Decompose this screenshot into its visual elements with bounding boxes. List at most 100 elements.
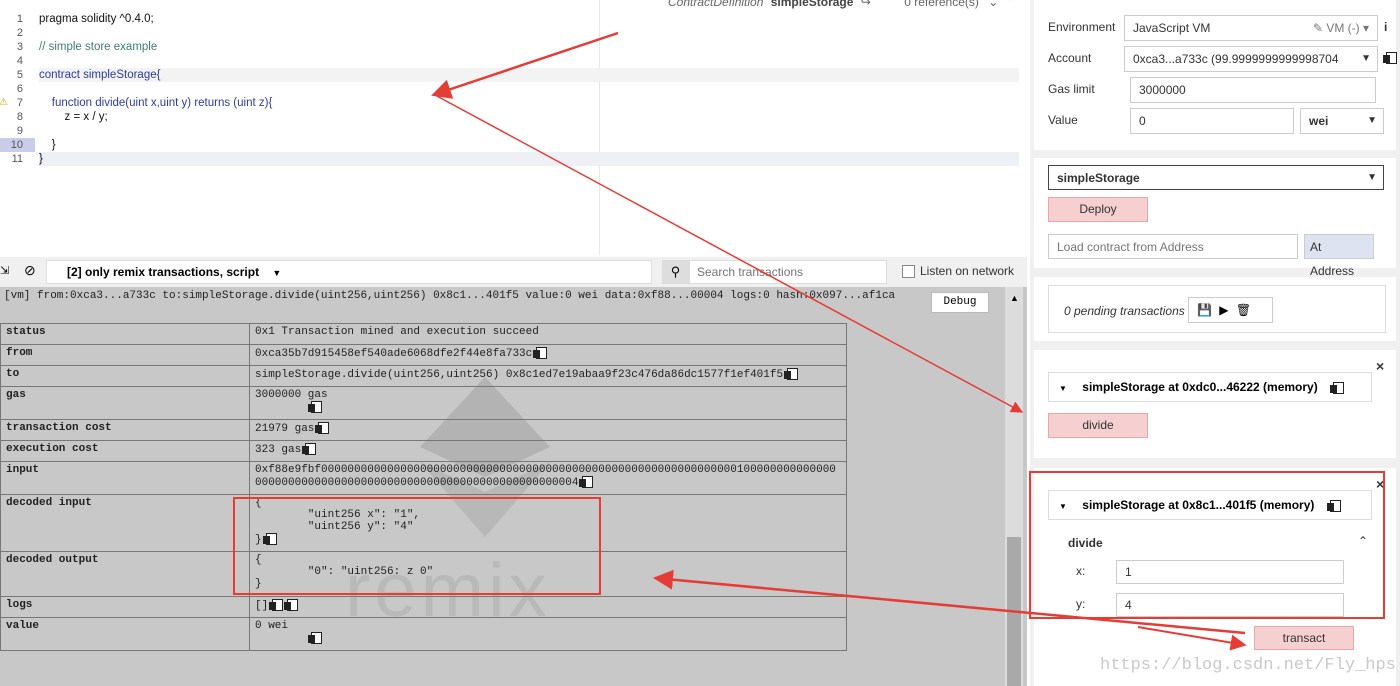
line-gutter: 1 2 3 4 5 6 ⚠ 7 8 9 10 11 [0, 12, 35, 166]
copy-account-icon[interactable] [1383, 52, 1397, 64]
chevron-down-icon[interactable]: ⌄ [988, 0, 998, 9]
code-area[interactable]: pragma solidity ^0.4.0; // simple store … [39, 12, 1019, 166]
close-icon[interactable]: × [1376, 358, 1384, 374]
instance-header[interactable]: ▼ simpleStorage at 0xdc0...46222 (memory… [1048, 372, 1372, 402]
copy-icon[interactable] [579, 476, 594, 488]
vm-badge: ✎ VM (-) ▾ [1312, 21, 1369, 35]
blog-watermark: https://blog.csdn.net/Fly_hps [1100, 656, 1396, 675]
transaction-filter-dropdown[interactable]: [2] only remix transactions, script ▼ [46, 260, 652, 284]
scrollbar[interactable]: ▲ [1005, 287, 1023, 686]
chevron-up-icon[interactable]: ⌃ [1006, 0, 1016, 9]
table-row: logs[] [0, 596, 847, 618]
deploy-card: simpleStorage ▼ Deploy At Address [1034, 158, 1396, 278]
line-number: ⚠ 7 [0, 96, 23, 110]
copy-icon[interactable] [315, 422, 330, 434]
load-address-input[interactable] [1048, 234, 1298, 259]
search-button[interactable]: ⚲ [662, 260, 689, 284]
code-editor[interactable]: ContractDefinition simpleStorage ↪ 0 ref… [0, 0, 1027, 255]
references-count: 0 reference(s) [904, 0, 979, 9]
search-transactions-input[interactable] [689, 260, 887, 284]
decoded-highlight-box [233, 497, 601, 595]
copy-icon[interactable] [284, 599, 299, 611]
value-label: Value [1048, 113, 1078, 127]
line-number: 5 [16, 69, 23, 81]
at-address-button[interactable]: At Address [1304, 234, 1374, 278]
deploy-button[interactable]: Deploy [1048, 197, 1148, 222]
code-line: } [39, 152, 1019, 166]
warning-icon[interactable]: ⚠ [0, 96, 8, 110]
line-number: 2 [16, 27, 23, 39]
transact-button[interactable]: transact [1254, 626, 1354, 650]
goto-icon[interactable]: ↪ [861, 0, 871, 9]
info-icon[interactable]: i [1384, 20, 1387, 34]
environment-select[interactable]: JavaScript VM ✎ VM (-) ▾ [1124, 15, 1378, 41]
table-row: gas 3000000 gas [0, 386, 847, 420]
line-number: 6 [16, 83, 23, 95]
clear-console-icon[interactable]: ⊘ [24, 262, 36, 279]
code-line: pragma solidity ^0.4.0; [39, 13, 154, 25]
value-unit-select[interactable]: wei ▼ [1300, 108, 1384, 134]
listen-on-network-checkbox[interactable] [902, 265, 915, 278]
line-number: 11 [11, 153, 23, 165]
table-row: to simpleStorage.divide(uint256,uint256) … [0, 365, 847, 387]
copy-icon[interactable] [308, 401, 322, 413]
environment-card: Environment JavaScript VM ✎ VM (-) ▾ i A… [1034, 0, 1397, 150]
minimize-icon[interactable]: ⇲ [0, 264, 9, 277]
caret-down-icon: ▼ [272, 268, 282, 278]
line-number: 10 [0, 138, 35, 152]
table-row: execution cost 323 gas [0, 440, 847, 462]
transaction-summary[interactable]: [vm] from:0xca3...a733c to:simpleStorage… [0, 287, 1009, 305]
trash-icon[interactable]: 🗑 [1236, 303, 1251, 317]
line-number: 3 [16, 41, 23, 53]
code-line: } [39, 139, 56, 151]
code-line-comment: // simple store example [39, 41, 158, 53]
code-line: contract simpleStorage{ [39, 68, 1019, 82]
terminal-toolbar: ⇲ ⊘ [2] only remix transactions, script … [0, 257, 1027, 287]
line-number: 4 [16, 55, 23, 67]
copy-icon[interactable] [784, 368, 799, 380]
table-row: status 0x1 Transaction mined and executio… [0, 323, 847, 345]
gas-limit-input[interactable]: 3000000 [1130, 77, 1376, 103]
copy-icon[interactable] [1330, 381, 1345, 394]
search-icon: ⚲ [670, 264, 681, 279]
caret-down-icon: ▼ [1361, 47, 1371, 71]
pending-actions: 💾 ▶ 🗑 [1188, 297, 1273, 323]
definition-label: ContractDefinition [668, 0, 764, 9]
terminal-panel: ⇲ ⊘ [2] only remix transactions, script … [0, 257, 1027, 686]
caret-down-icon: ▼ [1367, 115, 1377, 126]
editor-context-bar: ContractDefinition simpleStorage ↪ 0 ref… [668, 0, 1016, 9]
divide-button[interactable]: divide [1048, 413, 1148, 438]
contract-select[interactable]: simpleStorage ▼ [1048, 165, 1384, 190]
environment-label: Environment [1048, 20, 1116, 34]
play-icon[interactable]: ▶ [1219, 303, 1228, 317]
table-row: value 0 wei [0, 617, 847, 651]
line-number: 1 [16, 13, 23, 25]
gas-limit-label: Gas limit [1048, 82, 1095, 96]
debug-button[interactable]: Debug [931, 292, 989, 313]
pending-card: 0 pending transactions 💾 ▶ 🗑 [1034, 277, 1396, 341]
caret-down-icon: ▼ [1367, 172, 1377, 183]
code-line: function divide(uint x,uint y) returns (… [39, 97, 273, 109]
instance-highlight-box [1029, 471, 1385, 619]
value-input[interactable]: 0 [1130, 108, 1294, 134]
account-label: Account [1048, 51, 1092, 65]
pending-transactions-label: 0 pending transactions [1064, 304, 1185, 318]
account-select[interactable]: 0xca3...a733c (99.9999999999998704 ▼ [1124, 46, 1378, 72]
table-row: input 0xf88e9fbf0000000000000000000000000… [0, 461, 847, 495]
line-number: 8 [16, 111, 23, 123]
scroll-up-icon[interactable]: ▲ [1010, 293, 1019, 303]
copy-icon[interactable] [308, 632, 322, 644]
contract-name: simpleStorage [770, 0, 854, 9]
scroll-thumb[interactable] [1007, 537, 1021, 686]
copy-icon[interactable] [269, 599, 284, 611]
copy-icon[interactable] [533, 347, 548, 359]
save-icon[interactable]: 💾 [1197, 303, 1212, 317]
caret-down-icon: ▼ [1059, 384, 1067, 393]
line-number: 9 [16, 125, 23, 137]
transaction-filter-label: [2] only remix transactions, script [67, 265, 260, 279]
copy-icon[interactable] [302, 443, 317, 455]
